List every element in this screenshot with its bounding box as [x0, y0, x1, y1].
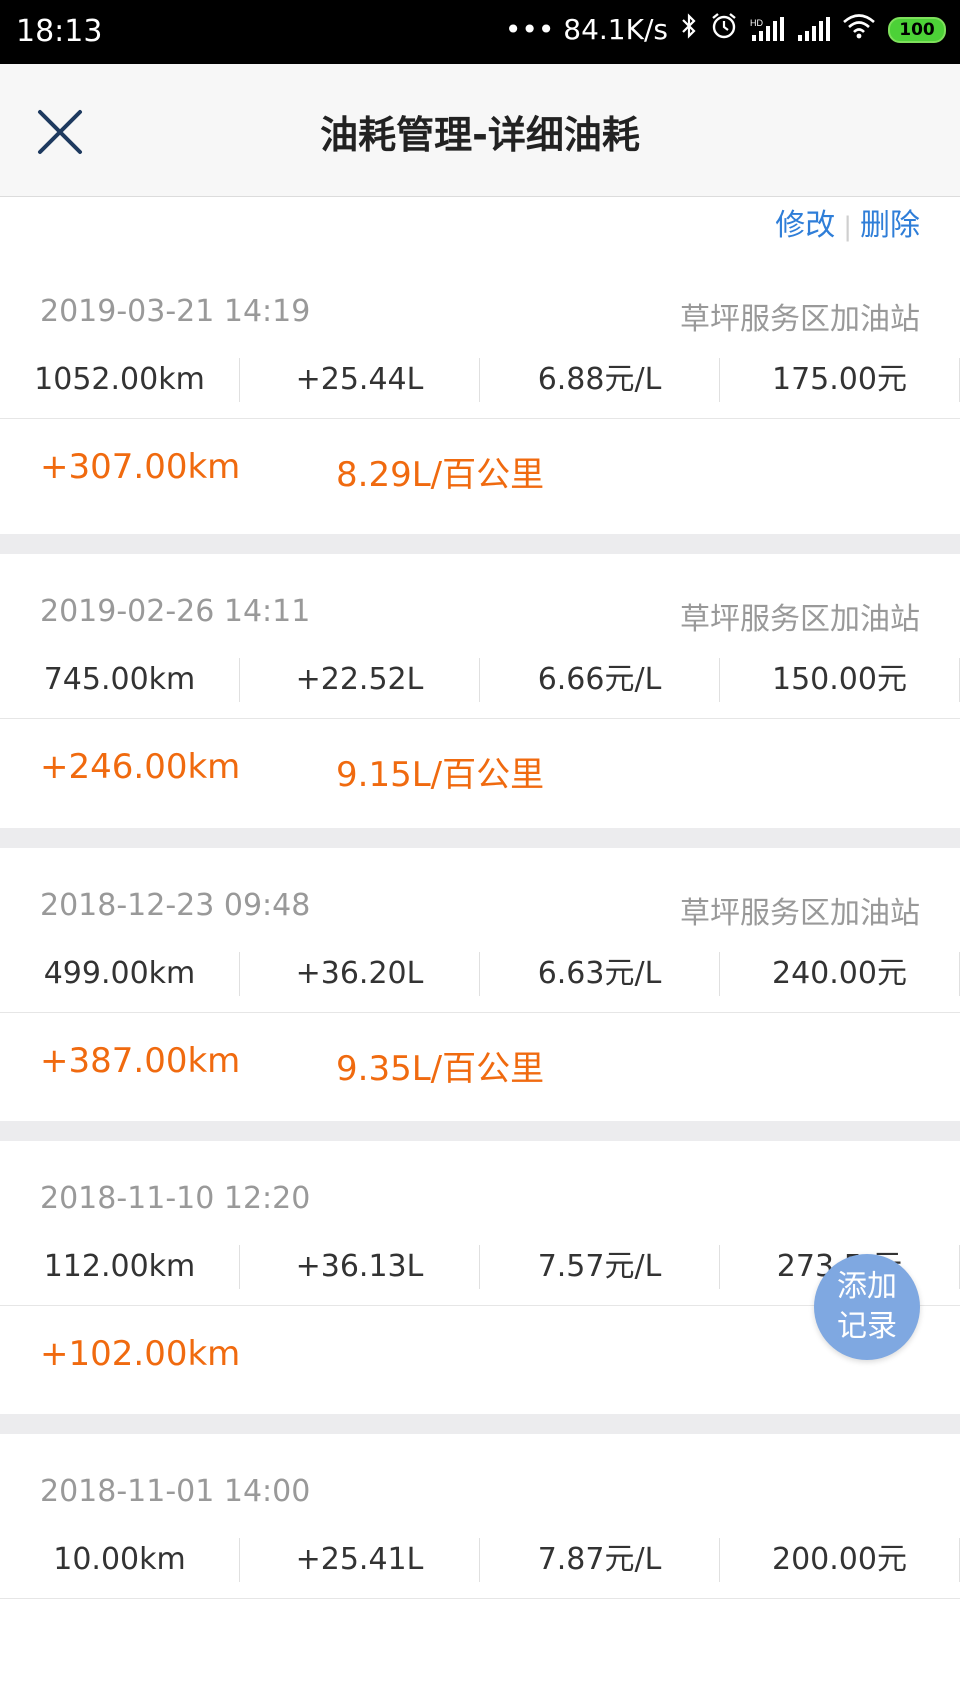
record-amount: 240.00元	[720, 952, 960, 996]
record-odometer: 112.00km	[0, 1245, 240, 1289]
record-fuel: +25.41L	[240, 1538, 480, 1582]
add-record-label-line1: 添加	[837, 1269, 897, 1304]
record-consumption: 8.29L/百公里	[336, 455, 545, 495]
record-details: 1052.00km +25.44L 6.88元/L 175.00元	[0, 358, 960, 402]
network-speed: ••• 84.1K/s	[504, 13, 668, 46]
edit-button[interactable]: 修改	[775, 208, 835, 243]
record-separator	[0, 534, 960, 554]
record-datetime: 2019-02-26 14:11	[40, 594, 311, 629]
record-datetime: 2018-12-23 09:48	[40, 888, 311, 923]
record-station: 草坪服务区加油站	[680, 602, 920, 637]
record-price: 7.57元/L	[480, 1245, 720, 1289]
record-price: 6.66元/L	[480, 658, 720, 702]
signal-icon	[796, 16, 830, 43]
record-details: 10.00km +25.41L 7.87元/L 200.00元	[0, 1538, 960, 1582]
record-amount: 200.00元	[720, 1538, 960, 1582]
record-separator	[0, 828, 960, 848]
record-odometer: 745.00km	[0, 658, 240, 702]
record-amount: 175.00元	[720, 358, 960, 402]
add-record-button[interactable]: 添加 记录	[814, 1254, 920, 1360]
record-separator	[0, 1121, 960, 1141]
record-price: 6.88元/L	[480, 358, 720, 402]
record-distance: +246.00km	[40, 747, 241, 787]
record-distance: +102.00km	[40, 1334, 241, 1374]
record-distance: +387.00km	[40, 1041, 241, 1081]
record-details: 499.00km +36.20L 6.63元/L 240.00元	[0, 952, 960, 996]
svg-text:HD: HD	[750, 18, 763, 28]
hd-signal-icon: HD	[750, 16, 784, 43]
record-fuel: +25.44L	[240, 358, 480, 402]
delete-button[interactable]: 删除	[860, 208, 920, 243]
record-details: 745.00km +22.52L 6.66元/L 150.00元	[0, 658, 960, 702]
fuel-record[interactable]: 2019-03-21 14:19 草坪服务区加油站 1052.00km +25.…	[0, 254, 960, 515]
record-fuel: +36.13L	[240, 1245, 480, 1289]
record-odometer: 499.00km	[0, 952, 240, 996]
alarm-icon	[710, 12, 738, 47]
record-consumption: 9.35L/百公里	[336, 1049, 545, 1089]
record-datetime: 2019-03-21 14:19	[40, 294, 311, 329]
add-record-label-line2: 记录	[837, 1309, 897, 1344]
record-station: 草坪服务区加油站	[680, 896, 920, 931]
record-separator	[0, 1414, 960, 1434]
app-header: 油耗管理-详细油耗	[0, 64, 960, 197]
record-amount: 150.00元	[720, 658, 960, 702]
record-fuel: +36.20L	[240, 952, 480, 996]
fuel-record[interactable]: 2019-02-26 14:11 草坪服务区加油站 745.00km +22.5…	[0, 554, 960, 815]
record-datetime: 2018-11-01 14:00	[40, 1474, 311, 1509]
record-odometer: 1052.00km	[0, 358, 240, 402]
status-icons: ••• 84.1K/s HD 100	[505, 12, 946, 47]
record-distance: +307.00km	[40, 447, 241, 487]
record-fuel: +22.52L	[240, 658, 480, 702]
fuel-record[interactable]: 2018-12-23 09:48 草坪服务区加油站 499.00km +36.2…	[0, 848, 960, 1109]
record-odometer: 10.00km	[0, 1538, 240, 1582]
status-time: 18:13	[16, 14, 103, 49]
fuel-record[interactable]: 2018-11-01 14:00 10.00km +25.41L 7.87元/L…	[0, 1434, 960, 1599]
status-bar: 18:13 ••• 84.1K/s HD 100	[0, 0, 960, 64]
record-actions: 修改 | 删除	[775, 200, 920, 244]
record-consumption: 9.15L/百公里	[336, 755, 545, 795]
record-price: 6.63元/L	[480, 952, 720, 996]
page-title: 油耗管理-详细油耗	[320, 113, 640, 157]
action-divider: |	[843, 212, 852, 242]
record-price: 7.87元/L	[480, 1538, 720, 1582]
bluetooth-icon	[680, 12, 698, 47]
record-datetime: 2018-11-10 12:20	[40, 1181, 311, 1216]
record-station: 草坪服务区加油站	[680, 302, 920, 337]
wifi-icon	[842, 13, 876, 46]
battery-indicator: 100	[888, 16, 946, 43]
